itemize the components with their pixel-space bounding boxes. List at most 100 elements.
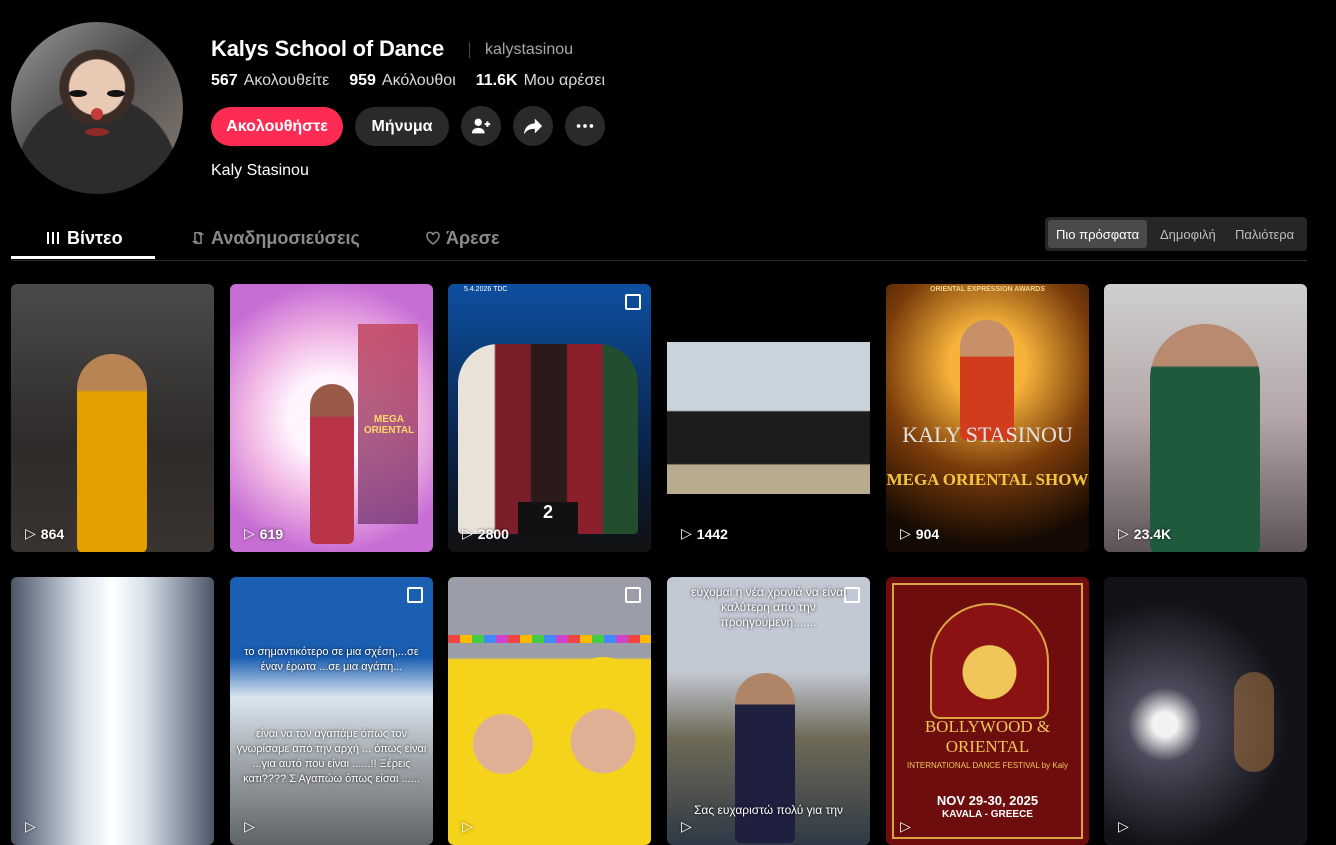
name-separator — [469, 42, 470, 58]
stat-label: Μου αρέσει — [523, 72, 606, 89]
thumbnail-text: είναι να τον αγαπάμε όπως τον γνωρίσαμε … — [236, 728, 427, 785]
thumbnail-text: το σημαντικότερο σε μια σχέση,...σε έναν… — [244, 646, 419, 673]
thumbnail-text: Σας ευχαριστώ πολύ για την — [694, 803, 843, 817]
avatar-eye-left — [69, 90, 87, 97]
follow-button[interactable]: Ακολουθήστε — [211, 107, 343, 146]
thumbnail-title: KALY STASINOU — [902, 422, 1073, 447]
thumbnail-figure — [568, 657, 638, 777]
play-icon: ▷ — [681, 818, 692, 834]
thumbnail-text: ORIENTAL EXPRESSION AWARDS — [930, 286, 1045, 293]
play-icon: ▷ — [681, 525, 692, 541]
sort-latest[interactable]: Πιο πρόσφατα — [1048, 220, 1148, 248]
heart-icon — [426, 231, 440, 245]
avatar-mouth — [85, 128, 109, 136]
profile-bio: Kaly Stasinou — [211, 162, 309, 179]
video-card[interactable]: ▷ — [11, 577, 214, 845]
thumbnail-figure — [77, 354, 147, 552]
tab-label: Άρεσε — [446, 227, 500, 248]
video-card[interactable]: 5.4.2026 TDC 2 ▷ 2800 — [448, 284, 651, 552]
avatar-eye-right — [107, 90, 125, 97]
thumbnail-figure — [1234, 672, 1274, 772]
video-card[interactable]: ▷ — [448, 577, 651, 845]
video-card[interactable]: BOLLYWOOD & ORIENTAL INTERNATIONAL DANCE… — [886, 577, 1089, 845]
stat-label: Ακολουθείτε — [243, 72, 330, 89]
play-icon: ▷ — [244, 818, 255, 834]
share-button[interactable] — [513, 106, 553, 146]
view-count: ▷ — [900, 818, 916, 835]
tab-label: Βίντεο — [67, 227, 123, 248]
view-count: ▷ 2800 — [462, 525, 509, 542]
thumbnail-figure — [1150, 324, 1260, 552]
active-tab-underline — [11, 256, 155, 259]
view-count-value: 864 — [40, 525, 65, 542]
add-friend-button[interactable] — [461, 106, 501, 146]
thumbnail-text: 5.4.2026 TDC — [464, 286, 508, 293]
thumbnail-garland — [448, 635, 651, 643]
view-count: ▷ 23.4K — [1118, 525, 1171, 542]
more-options-button[interactable] — [565, 106, 605, 146]
view-count-value: 904 — [915, 525, 940, 542]
thumbnail-subtitle: MEGA ORIENTAL SHOW — [886, 470, 1089, 489]
multi-photo-icon — [407, 587, 423, 603]
tab-videos[interactable]: Βίντεο — [45, 218, 123, 258]
view-count: ▷ — [25, 818, 41, 835]
repost-icon — [192, 232, 204, 244]
play-icon: ▷ — [462, 525, 473, 541]
thumbnail-text: εύχομαι η νέα χρονιά να είναι καλύτερη α… — [691, 585, 846, 629]
video-card[interactable]: ▷ 1442 — [667, 284, 870, 552]
thumbnail-place: KAVALA - GREECE — [942, 809, 1033, 820]
video-card[interactable]: ▷ — [1104, 577, 1307, 845]
stat-likes: 11.6K Μου αρέσει — [476, 72, 605, 90]
view-count: ▷ — [681, 818, 697, 835]
play-icon: ▷ — [25, 818, 36, 834]
tab-reposts[interactable]: Αναδημοσιεύσεις — [189, 218, 360, 258]
more-dots-icon — [576, 124, 594, 128]
tab-liked[interactable]: Άρεσε — [424, 218, 500, 258]
sort-oldest[interactable]: Παλιότερα — [1227, 220, 1302, 248]
play-icon: ▷ — [25, 525, 36, 541]
profile-display-name: Kalys School of Dance — [211, 36, 444, 61]
thumbnail-figure — [468, 667, 538, 777]
stat-following[interactable]: 567 Ακολουθείτε — [211, 72, 329, 90]
message-button[interactable]: Μήνυμα — [355, 107, 449, 146]
video-card[interactable]: εύχομαι η νέα χρονιά να είναι καλύτερη α… — [667, 577, 870, 845]
view-count: ▷ 904 — [900, 525, 939, 542]
view-count-value: 2800 — [477, 525, 509, 542]
poster-emblem — [930, 603, 1049, 719]
view-count: ▷ — [1118, 818, 1134, 835]
profile-avatar[interactable] — [11, 22, 183, 194]
multi-photo-icon — [625, 587, 641, 603]
view-count: ▷ 864 — [25, 525, 64, 542]
podium-number: 2 — [518, 502, 578, 542]
multi-photo-icon — [625, 294, 641, 310]
video-card[interactable]: ▷ 864 — [11, 284, 214, 552]
profile-stats: 567 Ακολουθείτε 959 Ακόλουθοι 11.6K Μου αρέ… — [211, 72, 605, 90]
view-count: ▷ 1442 — [681, 525, 728, 542]
video-card[interactable]: ▷ 23.4K — [1104, 284, 1307, 552]
tab-label: Αναδημοσιεύσεις — [211, 227, 360, 248]
view-count: ▷ — [244, 818, 260, 835]
video-card[interactable]: ORIENTAL EXPRESSION AWARDS KALY STASINOU… — [886, 284, 1089, 552]
thumbnail-title: BOLLYWOOD & ORIENTAL — [924, 717, 1051, 756]
grid-icon — [47, 232, 59, 244]
stat-followers[interactable]: 959 Ακόλουθοι — [349, 72, 456, 90]
sort-popular[interactable]: Δημοφιλή — [1152, 220, 1224, 248]
stat-value: 11.6K — [475, 72, 518, 89]
play-icon: ▷ — [900, 818, 911, 834]
sort-toggle: Πιο πρόσφατα Δημοφιλή Παλιότερα — [1045, 217, 1307, 251]
play-icon: ▷ — [1118, 525, 1129, 541]
stat-label: Ακόλουθοι — [381, 72, 456, 89]
view-count-value: 1442 — [696, 525, 728, 542]
play-icon: ▷ — [244, 525, 255, 541]
thumbnail-figure — [310, 384, 354, 544]
stat-value: 567 — [211, 72, 238, 89]
stat-value: 959 — [349, 72, 376, 89]
view-count-value: 619 — [259, 525, 284, 542]
view-count-value: 23.4K — [1133, 525, 1172, 542]
share-icon — [523, 118, 543, 135]
thumbnail-date: NOV 29-30, 2025 — [936, 793, 1039, 808]
video-card[interactable]: το σημαντικότερο σε μια σχέση,...σε έναν… — [230, 577, 433, 845]
thumbnail-subtitle: INTERNATIONAL DANCE FESTIVAL by Kaly — [907, 761, 1068, 770]
video-card[interactable]: MEGA ORIENTAL ▷ 619 — [230, 284, 433, 552]
avatar-nose — [91, 108, 103, 120]
